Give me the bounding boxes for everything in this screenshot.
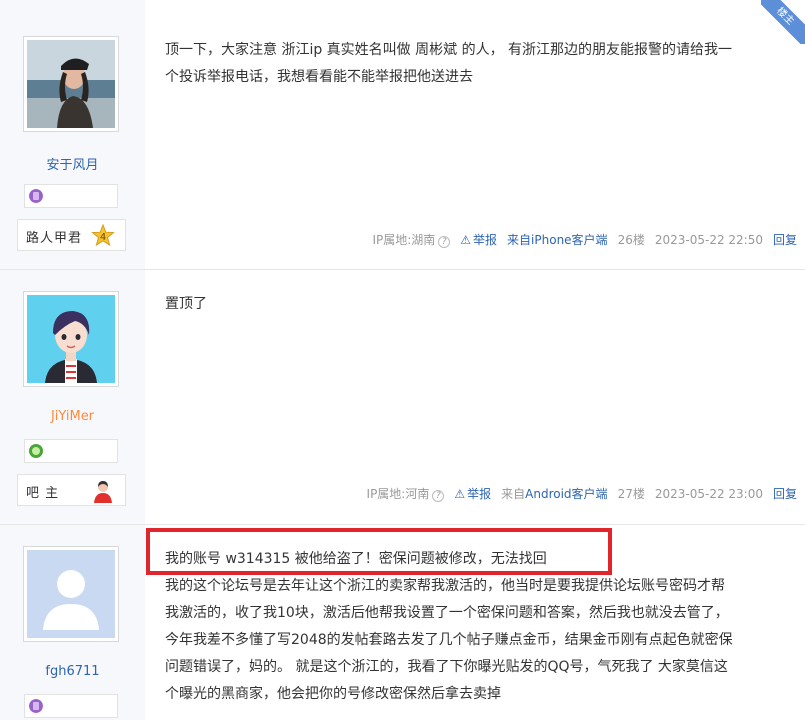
username[interactable]: JiYiMer [0,409,145,424]
username[interactable]: fgh6711 [0,664,145,679]
reply-button[interactable]: 回复 [773,485,797,502]
post-floor-27: JiYiMer 吧 主 置顶了 IP属地:河南? ⚠ 举报 来自Android客户… [0,270,805,525]
client-link[interactable]: 来自Android客户端 [501,485,607,502]
reply-button[interactable]: 回复 [773,231,797,248]
content-line: 个投诉举报电话，我想看看能不能举报把他送进去 [165,69,473,85]
post-meta: IP属地:湖南? ⚠ 举报 来自iPhone客户端 26楼 2023-05-22 … [362,231,797,248]
content-line: 顶一下，大家注意 浙江ip 真实姓名叫做 周彬斌 的人， 有浙江那边的朋友能报警… [165,42,733,58]
green-medal-icon [29,444,43,458]
rank-badge: 路人甲君 4 [17,219,126,251]
avatar-photo-icon [27,40,115,128]
red-highlight-box [146,528,612,575]
post-content: 置顶了 [165,291,207,318]
username[interactable]: 安于风月 [0,154,145,173]
warning-icon: ⚠ [454,487,466,501]
level-star-icon: 4 [91,224,115,247]
post-floor-26: 安于风月 路人甲君 4 楼主 顶一下，大家注意 浙江ip 真实姓名叫做 周彬斌 … [0,0,805,270]
post-body: 楼主 顶一下，大家注意 浙江ip 真实姓名叫做 周彬斌 的人， 有浙江那边的朋友… [145,0,805,269]
help-icon[interactable]: ? [438,236,451,248]
medal-slot [24,184,118,208]
avatar[interactable] [23,36,119,132]
purple-medal-icon [29,189,43,203]
report-link[interactable]: ⚠ 举报 [454,485,491,502]
post-meta: IP属地:河南? ⚠ 举报 来自Android客户端 27楼 2023-05-22… [357,485,797,502]
avatar[interactable] [23,546,119,642]
avatar[interactable] [23,291,119,387]
post-time: 2023-05-22 23:00 [654,486,763,501]
default-avatar-icon [27,550,115,638]
floor-number: 26楼 [617,233,645,247]
content-line: 置顶了 [165,296,207,312]
medal-slot [24,439,118,463]
moderator-icon [94,481,112,503]
content-line: 今年我差不多懂了写2048的发帖套路去发了几个帖子赚点金币，结果金币刚有点起色就… [165,632,733,648]
client-link[interactable]: 来自iPhone客户端 [507,231,608,248]
ip-location: IP属地:河南? [367,485,445,502]
op-badge-label: 楼主 [761,0,805,44]
user-sidebar: JiYiMer 吧 主 [0,270,145,524]
content-line: 我的这个论坛号是去年让这个浙江的卖家帮我激活的，他当时是要我提供论坛账号密码才帮 [165,578,725,594]
content-line: 问题错误了，妈的。 就是这个浙江的，我看了下你曝光贴发的QQ号，气死我了 大家莫… [165,659,728,675]
help-icon[interactable]: ? [432,490,445,502]
post-time: 2023-05-22 22:50 [654,232,763,247]
user-sidebar: 安于风月 路人甲君 4 [0,0,145,269]
purple-medal-icon [29,699,43,713]
cartoon-avatar-icon [27,295,115,383]
medal-slot [24,694,118,718]
ip-location: IP属地:湖南? [372,231,451,248]
floor-number: 27楼 [617,487,645,501]
rank-title: 吧 主 [26,486,60,501]
report-link[interactable]: ⚠ 举报 [460,231,497,248]
rank-badge: 吧 主 [17,474,126,506]
svg-text:4: 4 [100,232,106,243]
op-corner-badge: 楼主 [761,0,805,44]
rank-title: 路人甲君 [26,231,83,246]
content-line: 我激活的，收了我10块，激活后他帮我设置了一个密保问题和答案，然后我也就没去管了… [165,605,729,621]
warning-icon: ⚠ [460,233,472,247]
content-line: 个曝光的黑商家，他会把你的号修改密保然后拿去卖掉 [165,686,501,702]
post-content: 顶一下，大家注意 浙江ip 真实姓名叫做 周彬斌 的人， 有浙江那边的朋友能报警… [165,37,732,91]
post-body: 置顶了 IP属地:河南? ⚠ 举报 来自Android客户端 27楼 2023-0… [145,270,805,524]
user-sidebar: fgh6711 [0,525,145,720]
